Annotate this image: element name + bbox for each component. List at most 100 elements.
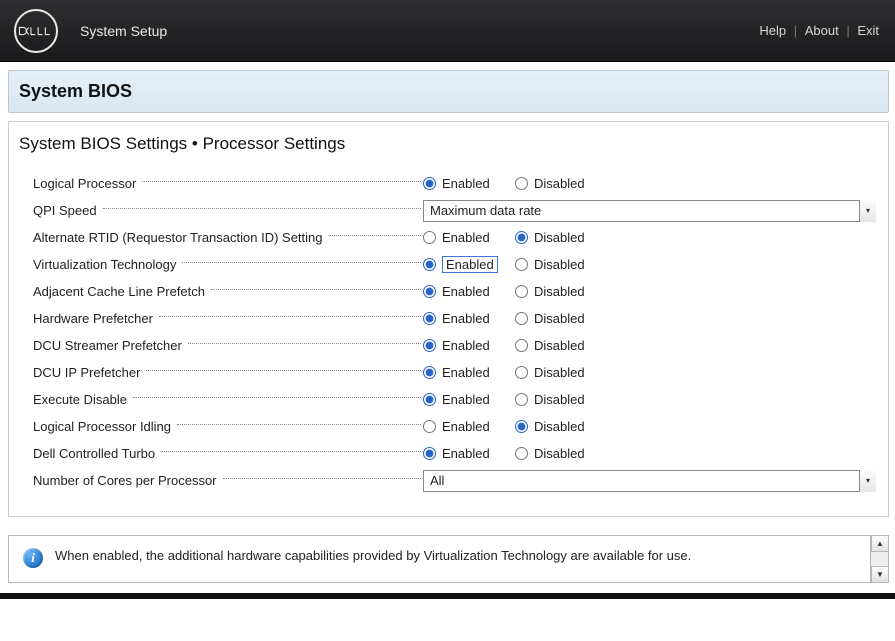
- radio-disabled[interactable]: Disabled: [515, 365, 585, 380]
- radio-input-enabled[interactable]: [423, 447, 436, 460]
- leader-dots: [182, 262, 421, 263]
- radio-input-disabled[interactable]: [515, 285, 528, 298]
- title-bar: System BIOS: [8, 70, 889, 113]
- radio-enabled[interactable]: Enabled: [423, 365, 515, 380]
- dell-logo-icon: [14, 9, 58, 53]
- scroll-up-button[interactable]: ▲: [871, 536, 888, 552]
- setting-label-text: Alternate RTID (Requestor Transaction ID…: [33, 230, 329, 245]
- radio-group-alternate-rtid: EnabledDisabled: [423, 230, 585, 245]
- setting-label: Dell Controlled Turbo: [33, 446, 421, 461]
- setting-label: QPI Speed: [33, 203, 421, 218]
- radio-disabled[interactable]: Disabled: [515, 446, 585, 461]
- radio-label-text: Disabled: [534, 392, 585, 407]
- setting-label: Number of Cores per Processor: [33, 473, 421, 488]
- radio-label-text: Disabled: [534, 311, 585, 326]
- radio-disabled[interactable]: Disabled: [515, 284, 585, 299]
- setting-label: Logical Processor Idling: [33, 419, 421, 434]
- radio-input-disabled[interactable]: [515, 231, 528, 244]
- setting-value: All▾: [421, 470, 876, 492]
- radio-enabled[interactable]: Enabled: [423, 176, 515, 191]
- radio-input-enabled[interactable]: [423, 420, 436, 433]
- radio-disabled[interactable]: Disabled: [515, 257, 585, 272]
- radio-disabled[interactable]: Disabled: [515, 230, 585, 245]
- radio-label-text: Enabled: [442, 419, 490, 434]
- topbar-links: Help | About | Exit: [757, 23, 881, 38]
- setting-label-text: Hardware Prefetcher: [33, 311, 159, 326]
- radio-disabled[interactable]: Disabled: [515, 392, 585, 407]
- radio-input-disabled[interactable]: [515, 312, 528, 325]
- radio-label-text: Enabled: [442, 446, 490, 461]
- setting-value: Enabled Disabled: [421, 338, 876, 353]
- radio-input-enabled[interactable]: [423, 231, 436, 244]
- about-link[interactable]: About: [805, 23, 839, 38]
- radio-enabled[interactable]: Enabled: [423, 419, 515, 434]
- setting-value: Enabled Disabled: [421, 311, 876, 326]
- radio-enabled[interactable]: Enabled: [423, 256, 515, 273]
- help-link[interactable]: Help: [759, 23, 786, 38]
- setting-label: Virtualization Technology: [33, 257, 421, 272]
- setting-row-dcu-streamer-prefetcher: DCU Streamer PrefetcherEnabledDisabled: [33, 332, 876, 359]
- setting-label: Alternate RTID (Requestor Transaction ID…: [33, 230, 421, 245]
- select-qpi-speed[interactable]: Maximum data rate▾: [423, 200, 876, 222]
- settings-panel: System BIOS Settings • Processor Setting…: [8, 121, 889, 517]
- radio-enabled[interactable]: Enabled: [423, 284, 515, 299]
- radio-input-disabled[interactable]: [515, 447, 528, 460]
- radio-enabled[interactable]: Enabled: [423, 392, 515, 407]
- radio-input-enabled[interactable]: [423, 393, 436, 406]
- radio-input-enabled[interactable]: [423, 177, 436, 190]
- radio-disabled[interactable]: Disabled: [515, 338, 585, 353]
- radio-input-disabled[interactable]: [515, 420, 528, 433]
- radio-input-enabled[interactable]: [423, 366, 436, 379]
- leader-dots: [211, 289, 421, 290]
- radio-label-text: Disabled: [534, 419, 585, 434]
- setting-row-logical-processor: Logical ProcessorEnabledDisabled: [33, 170, 876, 197]
- radio-input-disabled[interactable]: [515, 177, 528, 190]
- radio-input-enabled[interactable]: [423, 258, 436, 271]
- radio-disabled[interactable]: Disabled: [515, 419, 585, 434]
- radio-group-virtualization-technology: Enabled Disabled: [423, 256, 585, 273]
- radio-input-disabled[interactable]: [515, 339, 528, 352]
- radio-enabled[interactable]: Enabled: [423, 311, 515, 326]
- setting-row-dcu-ip-prefetcher: DCU IP Prefetcher Enabled Disabled: [33, 359, 876, 386]
- setting-row-virtualization-technology: Virtualization TechnologyEnabled Disabled: [33, 251, 876, 278]
- radio-input-disabled[interactable]: [515, 258, 528, 271]
- radio-group-dell-controlled-turbo: Enabled Disabled: [423, 446, 585, 461]
- radio-input-disabled[interactable]: [515, 366, 528, 379]
- setting-row-execute-disable: Execute Disable Enabled Disabled: [33, 386, 876, 413]
- radio-group-dcu-ip-prefetcher: Enabled Disabled: [423, 365, 585, 380]
- select-input[interactable]: All: [423, 470, 876, 492]
- setting-row-alternate-rtid: Alternate RTID (Requestor Transaction ID…: [33, 224, 876, 251]
- setting-label-text: Number of Cores per Processor: [33, 473, 223, 488]
- setting-label: Execute Disable: [33, 392, 421, 407]
- setting-value: Enabled Disabled: [421, 392, 876, 407]
- radio-input-disabled[interactable]: [515, 393, 528, 406]
- setting-value: Maximum data rate▾: [421, 200, 876, 222]
- setting-value: Enabled Disabled: [421, 419, 876, 434]
- radio-label-text: Enabled: [442, 311, 490, 326]
- setting-label-text: Execute Disable: [33, 392, 133, 407]
- radio-enabled[interactable]: Enabled: [423, 230, 515, 245]
- radio-input-enabled[interactable]: [423, 285, 436, 298]
- setting-label: DCU IP Prefetcher: [33, 365, 421, 380]
- radio-input-enabled[interactable]: [423, 339, 436, 352]
- exit-link[interactable]: Exit: [857, 23, 879, 38]
- radio-label-text: Enabled: [442, 338, 490, 353]
- setting-label-text: Dell Controlled Turbo: [33, 446, 161, 461]
- setting-label-text: DCU IP Prefetcher: [33, 365, 146, 380]
- radio-enabled[interactable]: Enabled: [423, 338, 515, 353]
- leader-dots: [188, 343, 421, 344]
- select-cores-per-processor[interactable]: All▾: [423, 470, 876, 492]
- radio-label-text: Enabled: [442, 392, 490, 407]
- radio-label-text: Disabled: [534, 257, 585, 272]
- setting-row-logical-processor-idling: Logical Processor Idling Enabled Disabled: [33, 413, 876, 440]
- radio-label-text: Disabled: [534, 365, 585, 380]
- radio-input-enabled[interactable]: [423, 312, 436, 325]
- radio-enabled[interactable]: Enabled: [423, 446, 515, 461]
- setting-value: Enabled Disabled: [421, 284, 876, 299]
- select-input[interactable]: Maximum data rate: [423, 200, 876, 222]
- radio-label-text: Disabled: [534, 284, 585, 299]
- radio-disabled[interactable]: Disabled: [515, 176, 585, 191]
- scroll-down-button[interactable]: ▼: [871, 566, 888, 582]
- radio-label-text: Disabled: [534, 446, 585, 461]
- radio-disabled[interactable]: Disabled: [515, 311, 585, 326]
